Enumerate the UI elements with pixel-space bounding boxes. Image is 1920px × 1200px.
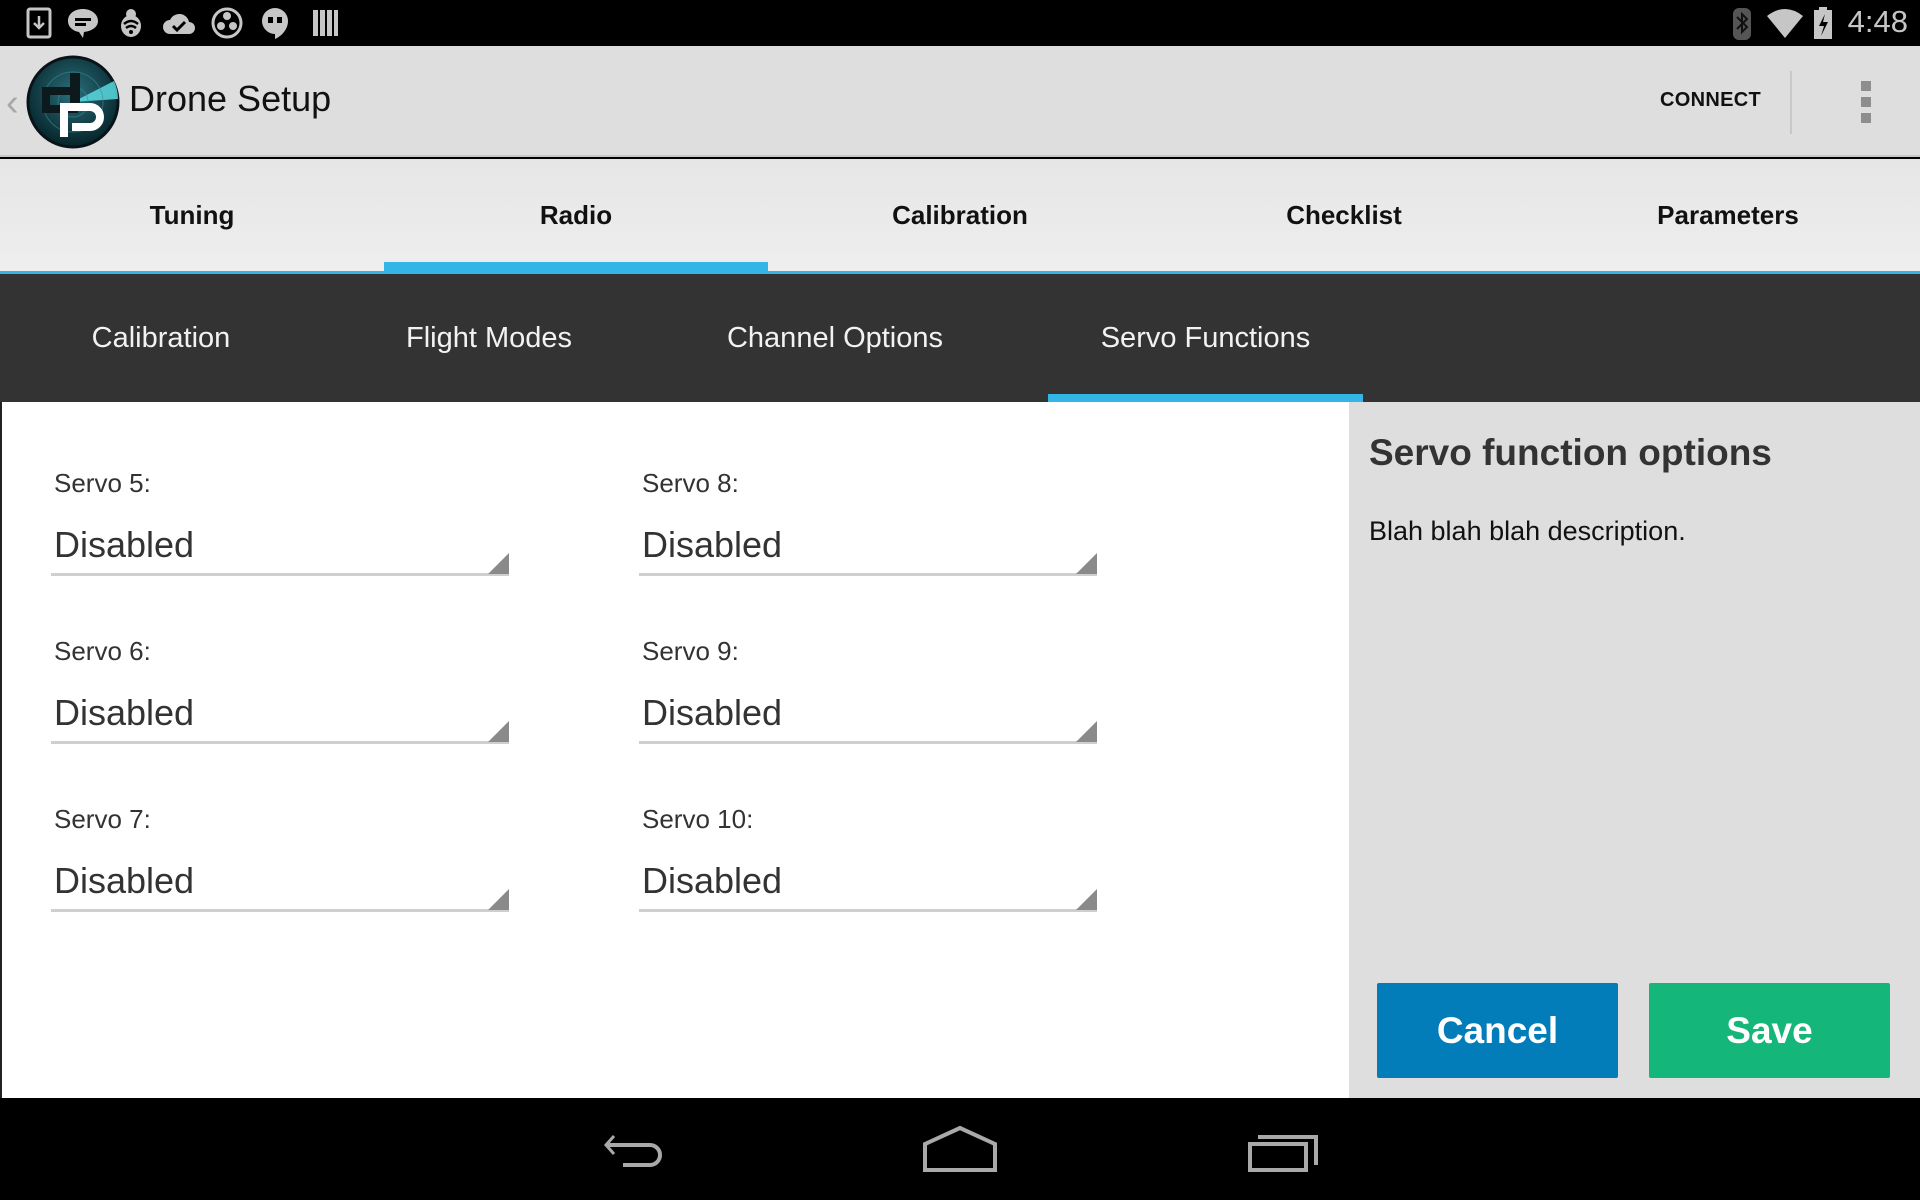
tab-label: Tuning (149, 199, 235, 230)
servo-10-spinner[interactable]: Disabled (639, 846, 1097, 912)
cancel-button[interactable]: Cancel (1377, 983, 1618, 1078)
main-tab-bar: Tuning Radio Calibration Checklist Param… (0, 159, 1920, 274)
battery-charging-icon (1814, 7, 1832, 39)
spinner-value: Disabled (54, 524, 195, 565)
system-nav-bar (0, 1098, 1920, 1200)
servo-5-spinner[interactable]: Disabled (51, 510, 509, 576)
subtab-label: Servo Functions (1100, 321, 1311, 354)
spinner-value: Disabled (642, 860, 783, 901)
recent-apps-icon[interactable] (1240, 1124, 1330, 1180)
hangouts-icon (262, 8, 288, 39)
subtab-channel-options[interactable]: Channel Options (700, 274, 970, 402)
dropdown-arrow-icon (1076, 889, 1097, 910)
spinner-value: Disabled (54, 692, 195, 733)
servo-options-panel: Servo function options Blah blah blah de… (1349, 402, 1920, 1099)
bug-wifi-icon (121, 9, 141, 37)
servo-label: Servo 9: (642, 636, 739, 666)
cloud-check-icon (163, 13, 195, 35)
home-icon[interactable] (915, 1124, 1005, 1180)
servo-label: Servo 7: (54, 804, 151, 834)
subtab-label: Flight Modes (405, 321, 572, 354)
servo-8-spinner[interactable]: Disabled (639, 510, 1097, 576)
panel-title: Servo function options (1369, 432, 1772, 473)
connect-button[interactable]: CONNECT (1660, 89, 1761, 112)
download-icon (26, 7, 52, 39)
dropdown-arrow-icon (488, 553, 509, 574)
dropdown-arrow-icon (488, 721, 509, 742)
action-bar-divider (1790, 71, 1792, 134)
dropdown-arrow-icon (1076, 553, 1097, 574)
sms-icon (68, 9, 98, 38)
servo-function-form: Servo 5: Disabled Servo 6: Disabled Serv… (0, 402, 1349, 1098)
status-bar: 4:48 (0, 0, 1920, 46)
panel-description: Blah blah blah description. (1369, 516, 1686, 546)
subtab-label: Calibration (91, 321, 231, 354)
tab-label: Parameters (1657, 199, 1799, 230)
subtab-flight-modes[interactable]: Flight Modes (370, 274, 608, 402)
overflow-menu-icon[interactable] (1845, 81, 1889, 131)
up-caret-icon[interactable]: ‹ (6, 82, 19, 125)
sub-tab-bar: Calibration Flight Modes Channel Options… (0, 274, 1920, 402)
dropdown-arrow-icon (1076, 721, 1097, 742)
bluetooth-icon (1733, 8, 1751, 40)
tab-tuning[interactable]: Tuning (0, 159, 384, 271)
servo-label: Servo 8: (642, 468, 739, 498)
spinner-value: Disabled (642, 524, 783, 565)
servo-6-spinner[interactable]: Disabled (51, 678, 509, 744)
tab-calibration[interactable]: Calibration (768, 159, 1152, 271)
servo-7-spinner[interactable]: Disabled (51, 846, 509, 912)
app-title: Drone Setup (129, 78, 332, 119)
servo-9-spinner[interactable]: Disabled (639, 678, 1097, 744)
dropdown-arrow-icon (488, 889, 509, 910)
subtab-calibration[interactable]: Calibration (40, 274, 282, 402)
spinner-value: Disabled (54, 860, 195, 901)
barcode-icon (313, 10, 338, 36)
film-reel-icon (211, 7, 243, 39)
servo-label: Servo 10: (642, 804, 754, 834)
tab-label: Calibration (892, 199, 1028, 230)
servo-label: Servo 6: (54, 636, 151, 666)
save-button[interactable]: Save (1649, 983, 1890, 1078)
tab-parameters[interactable]: Parameters (1536, 159, 1920, 271)
tab-radio[interactable]: Radio (384, 159, 768, 274)
action-bar: ‹ Drone Setup CONNECT (0, 46, 1920, 157)
clock: 4:48 (1847, 4, 1908, 39)
tab-label: Checklist (1286, 199, 1402, 230)
app-logo-icon[interactable] (26, 55, 120, 149)
spinner-value: Disabled (642, 692, 783, 733)
subtab-label: Channel Options (726, 321, 944, 354)
wifi-icon (1767, 9, 1803, 38)
tab-checklist[interactable]: Checklist (1152, 159, 1536, 271)
servo-label: Servo 5: (54, 468, 151, 498)
back-icon[interactable] (590, 1124, 680, 1180)
tab-label: Radio (539, 199, 613, 230)
subtab-servo-functions[interactable]: Servo Functions (1048, 274, 1363, 402)
